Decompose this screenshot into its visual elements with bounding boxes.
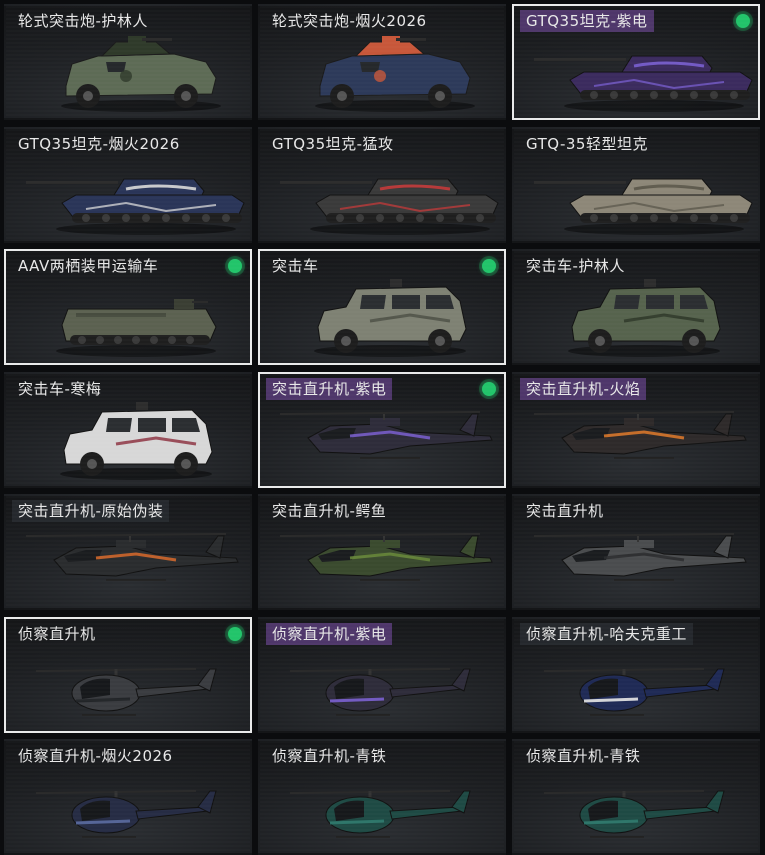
vehicle-skin-label: GTQ35坦克-猛攻 (272, 134, 394, 153)
vehicle-skin-card[interactable]: 侦察直升机-哈夫克重工 (512, 616, 760, 733)
vehicle-skin-label: GTQ35坦克-烟火2026 (18, 134, 180, 153)
vehicle-skin-card[interactable]: AAV两栖装甲运输车 (4, 249, 252, 365)
vehicle-skin-card[interactable]: 突击车 (258, 249, 506, 365)
vehicle-skin-card[interactable]: 侦察直升机-紫电 (258, 616, 506, 733)
vehicle-skin-card[interactable]: 轮式突击炮-护林人 (4, 4, 252, 120)
vehicle-skin-card[interactable]: 侦察直升机-烟火2026 (4, 739, 252, 855)
vehicle-skin-label: 侦察直升机-烟火2026 (18, 747, 173, 765)
equipped-indicator-icon (228, 626, 242, 641)
vehicle-skin-label: 突击直升机-紫电 (266, 377, 393, 400)
vehicle-skin-label: 突击直升机-火焰 (520, 377, 647, 400)
vehicle-skin-card[interactable]: 突击直升机-原始伪装 (4, 494, 252, 610)
vehicle-skin-card[interactable]: 突击直升机-紫电 (258, 371, 506, 488)
vehicle-skin-label: 突击车-护林人 (526, 257, 625, 275)
vehicle-skin-label: 突击直升机 (526, 502, 604, 520)
vehicle-skin-label: 轮式突击炮-烟火2026 (272, 12, 427, 30)
vehicle-skin-card[interactable]: 突击直升机-鳄鱼 (258, 494, 506, 610)
vehicle-skin-card[interactable]: 突击车-护林人 (512, 249, 760, 365)
equipped-indicator-icon (482, 259, 496, 273)
vehicle-skin-card[interactable]: GTQ35坦克-紫电 (512, 4, 760, 120)
vehicle-skin-card[interactable]: 侦察直升机 (4, 616, 252, 733)
vehicle-skin-label: 侦察直升机-青铁 (272, 747, 387, 765)
vehicle-skin-card[interactable]: 侦察直升机-青铁 (512, 739, 760, 855)
vehicle-skin-card[interactable]: 突击车-寒梅 (4, 371, 252, 488)
vehicle-skin-label: 突击直升机-鳄鱼 (272, 502, 387, 520)
vehicle-skin-label: GTQ35坦克-紫电 (520, 10, 654, 32)
vehicle-skin-label: AAV两栖装甲运输车 (18, 257, 159, 275)
equipped-indicator-icon (482, 381, 496, 396)
vehicle-skin-card[interactable]: 轮式突击炮-烟火2026 (258, 4, 506, 120)
equipped-indicator-icon (228, 259, 242, 273)
vehicle-skin-label: 突击直升机-原始伪装 (12, 500, 170, 522)
vehicle-skin-grid: 轮式突击炮-护林人 轮式突击炮-烟火2026 GTQ35坦克-紫电 GTQ35坦… (4, 4, 761, 855)
vehicle-skin-label: GTQ-35轻型坦克 (526, 134, 648, 153)
vehicle-skin-label: 侦察直升机-青铁 (526, 747, 641, 765)
vehicle-skin-label: 侦察直升机-哈夫克重工 (520, 622, 693, 645)
vehicle-skin-card[interactable]: 突击直升机-火焰 (512, 371, 760, 488)
vehicle-skin-card[interactable]: GTQ-35轻型坦克 (512, 126, 760, 243)
vehicle-skin-card[interactable]: 突击直升机 (512, 494, 760, 610)
vehicle-skin-card[interactable]: GTQ35坦克-猛攻 (258, 126, 506, 243)
vehicle-skin-label: 突击车-寒梅 (18, 379, 102, 398)
equipped-indicator-icon (736, 14, 750, 28)
vehicle-skin-label: 轮式突击炮-护林人 (18, 12, 148, 30)
vehicle-skin-label: 侦察直升机 (18, 624, 96, 643)
vehicle-skin-card[interactable]: 侦察直升机-青铁 (258, 739, 506, 855)
vehicle-skin-card[interactable]: GTQ35坦克-烟火2026 (4, 126, 252, 243)
vehicle-skin-label: 突击车 (272, 257, 319, 275)
vehicle-skin-label: 侦察直升机-紫电 (266, 622, 393, 645)
